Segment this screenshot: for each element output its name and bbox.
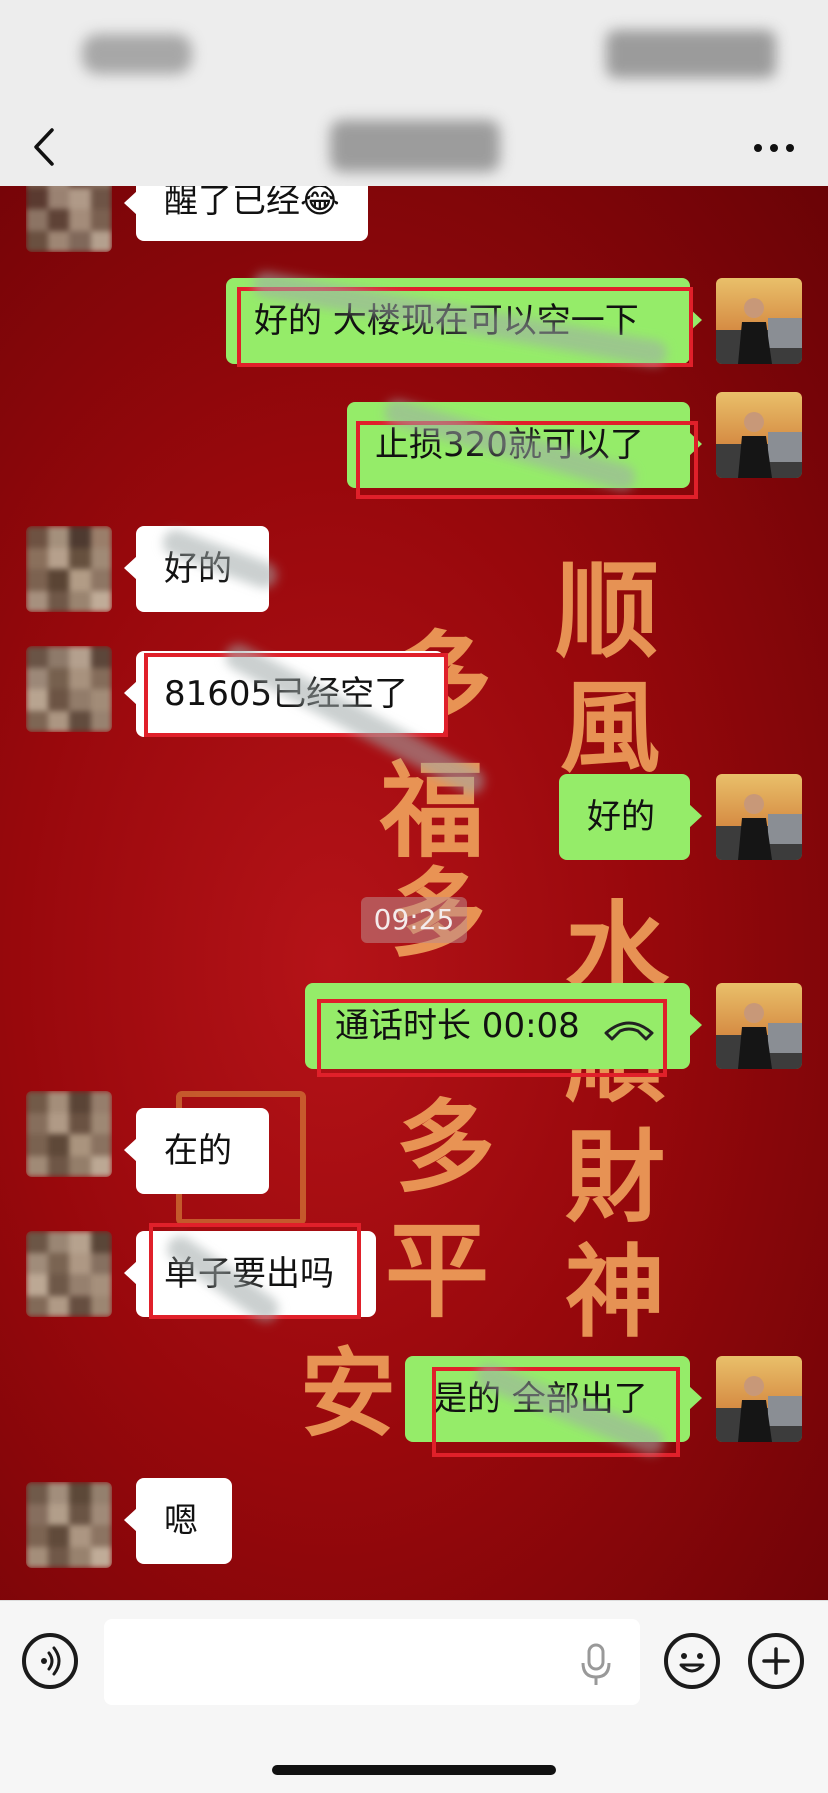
- home-indicator[interactable]: [272, 1765, 556, 1775]
- message-bubble[interactable]: 在的: [124, 1108, 269, 1194]
- chat-area[interactable]: 顺 風 多 福 多 水 順 財 神 多 平 安 醒了已经😂 好的 大楼现在可以空…: [0, 186, 828, 1600]
- portrait-photo-icon: [716, 774, 802, 860]
- portrait-photo-icon: [716, 392, 802, 478]
- watermark-char: 安: [300, 1337, 396, 1450]
- call-duration-text: 通话时长 00:08: [335, 1006, 580, 1046]
- back-button[interactable]: [28, 122, 68, 172]
- contact-avatar[interactable]: [26, 1091, 112, 1177]
- message-bubble[interactable]: 嗯: [124, 1478, 232, 1564]
- status-icons-redacted: [606, 30, 776, 78]
- contact-avatar[interactable]: [26, 1231, 112, 1317]
- watermark-char: 神: [565, 1233, 665, 1351]
- portrait-photo-icon: [716, 278, 802, 364]
- contact-avatar[interactable]: [26, 646, 112, 732]
- add-button[interactable]: [748, 1633, 804, 1689]
- chat-header: [0, 110, 828, 186]
- portrait-photo-icon: [716, 1356, 802, 1442]
- microphone-icon[interactable]: [578, 1643, 614, 1687]
- contact-avatar[interactable]: [26, 1482, 112, 1568]
- watermark-char: 風: [560, 668, 660, 786]
- input-bar: [0, 1600, 828, 1793]
- plus-icon: [762, 1647, 790, 1675]
- my-avatar[interactable]: [716, 392, 802, 478]
- message-bubble[interactable]: 好的: [559, 774, 702, 860]
- my-avatar[interactable]: [716, 1356, 802, 1442]
- call-record-bubble[interactable]: 通话时长 00:08: [305, 983, 702, 1069]
- status-bar: [0, 0, 828, 110]
- my-avatar[interactable]: [716, 983, 802, 1069]
- contact-avatar[interactable]: [26, 186, 112, 252]
- voice-button[interactable]: [22, 1633, 78, 1689]
- phone-hangup-icon: [604, 1021, 654, 1041]
- chevron-left-icon: [34, 128, 54, 166]
- my-avatar[interactable]: [716, 774, 802, 860]
- my-avatar[interactable]: [716, 278, 802, 364]
- watermark-char: 平: [385, 1209, 490, 1332]
- more-button[interactable]: [750, 130, 798, 166]
- emoji-button[interactable]: [664, 1633, 720, 1689]
- portrait-photo-icon: [716, 983, 802, 1069]
- emoji-icon: [679, 1653, 705, 1673]
- voice-icon: [41, 1646, 61, 1676]
- contact-name-redacted: [330, 120, 500, 172]
- contact-avatar[interactable]: [26, 526, 112, 612]
- message-bubble[interactable]: 醒了已经😂: [124, 186, 368, 241]
- message-input[interactable]: [104, 1619, 640, 1705]
- status-time-redacted: [82, 34, 192, 74]
- more-dots-icon: [754, 144, 794, 152]
- timestamp: 09:25: [361, 897, 467, 943]
